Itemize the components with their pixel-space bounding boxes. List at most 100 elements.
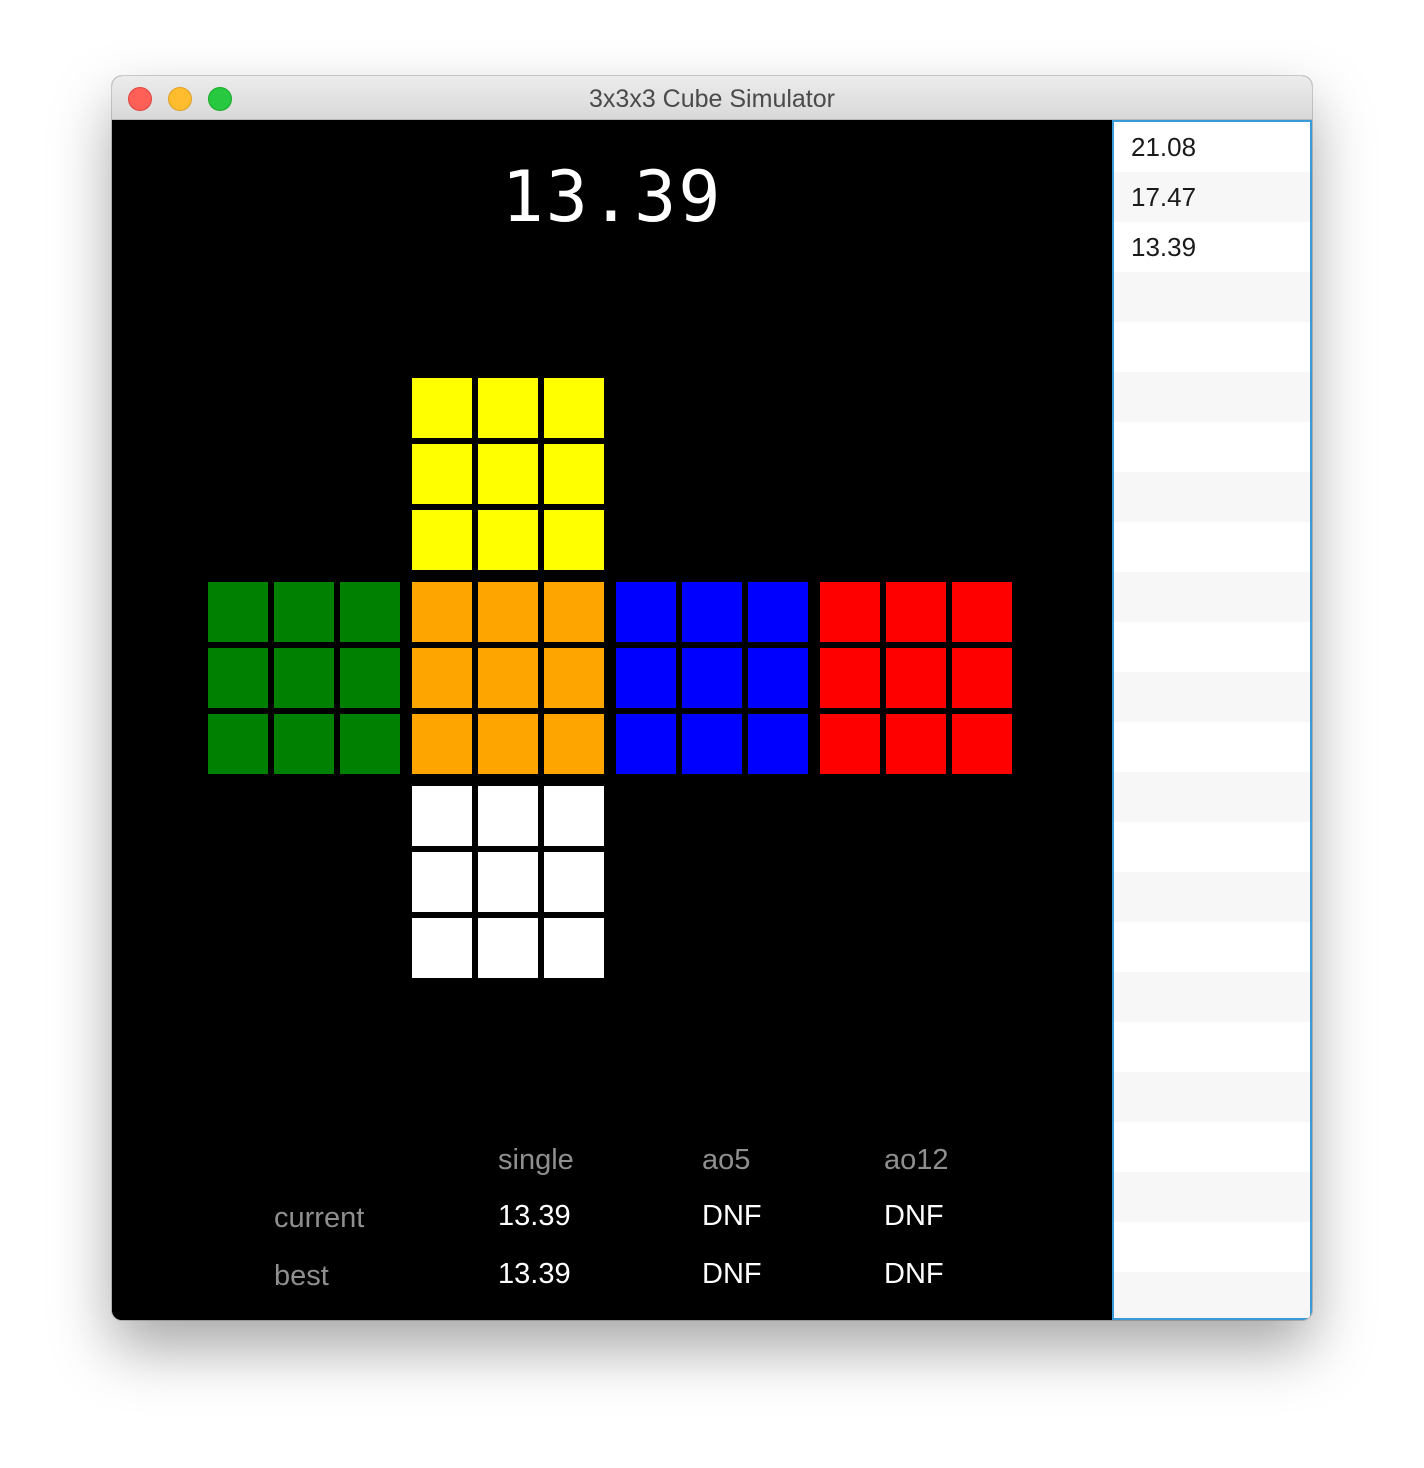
sticker-top-0-2 bbox=[544, 378, 604, 438]
sticker-left-1-0 bbox=[208, 648, 268, 708]
solve-time-item[interactable]: 21.08 bbox=[1114, 122, 1310, 172]
sticker-left-0-0 bbox=[208, 582, 268, 642]
sticker-left-2-2 bbox=[340, 714, 400, 774]
sticker-right-2-2 bbox=[748, 714, 808, 774]
solve-time-empty-row bbox=[1114, 1072, 1310, 1122]
sticker-left-0-1 bbox=[274, 582, 334, 642]
stats-header-single: single bbox=[498, 1144, 574, 1176]
title-bar: 3x3x3 Cube Simulator bbox=[112, 76, 1312, 120]
timer-display: 13.39 bbox=[501, 156, 723, 238]
solve-time-empty-row bbox=[1114, 622, 1310, 672]
sticker-front-0-2 bbox=[544, 582, 604, 642]
sticker-bottom-1-0 bbox=[412, 852, 472, 912]
stats-row-label-current: current bbox=[274, 1202, 365, 1234]
solve-time-empty-row bbox=[1114, 822, 1310, 872]
solve-time-empty-row bbox=[1114, 722, 1310, 772]
cube-face-bottom bbox=[412, 786, 604, 978]
sticker-right-0-2 bbox=[748, 582, 808, 642]
sticker-back-0-0 bbox=[820, 582, 880, 642]
sticker-back-2-0 bbox=[820, 714, 880, 774]
solve-time-item[interactable]: 13.39 bbox=[1114, 222, 1310, 272]
sticker-right-1-2 bbox=[748, 648, 808, 708]
sticker-top-0-1 bbox=[478, 378, 538, 438]
sticker-back-0-2 bbox=[952, 582, 1012, 642]
sticker-front-1-1 bbox=[478, 648, 538, 708]
cube-face-front bbox=[412, 582, 604, 774]
sticker-front-1-2 bbox=[544, 648, 604, 708]
sticker-bottom-0-0 bbox=[412, 786, 472, 846]
sticker-bottom-2-0 bbox=[412, 918, 472, 978]
sticker-bottom-1-1 bbox=[478, 852, 538, 912]
sticker-right-1-0 bbox=[616, 648, 676, 708]
cube-face-left bbox=[208, 582, 400, 774]
solve-time-empty-row bbox=[1114, 972, 1310, 1022]
sticker-bottom-2-1 bbox=[478, 918, 538, 978]
sticker-top-1-1 bbox=[478, 444, 538, 504]
sticker-bottom-0-1 bbox=[478, 786, 538, 846]
solve-time-empty-row bbox=[1114, 322, 1310, 372]
sticker-top-2-1 bbox=[478, 510, 538, 570]
stats-current-ao5: DNF bbox=[702, 1200, 762, 1232]
solve-time-empty-row bbox=[1114, 1222, 1310, 1272]
cube-face-back bbox=[820, 582, 1012, 774]
solve-time-empty-row bbox=[1114, 1272, 1310, 1318]
solve-time-empty-row bbox=[1114, 522, 1310, 572]
sticker-right-0-1 bbox=[682, 582, 742, 642]
solve-time-empty-row bbox=[1114, 372, 1310, 422]
stats-current-single: 13.39 bbox=[498, 1200, 571, 1232]
solve-time-empty-row bbox=[1114, 1022, 1310, 1072]
window-title: 3x3x3 Cube Simulator bbox=[589, 85, 835, 113]
sticker-back-1-1 bbox=[886, 648, 946, 708]
sticker-back-1-0 bbox=[820, 648, 880, 708]
sticker-left-0-2 bbox=[340, 582, 400, 642]
stats-best-single: 13.39 bbox=[498, 1258, 571, 1290]
sticker-front-2-1 bbox=[478, 714, 538, 774]
solve-time-empty-row bbox=[1114, 922, 1310, 972]
cube-face-right bbox=[616, 582, 808, 774]
solve-time-empty-row bbox=[1114, 572, 1310, 622]
solve-time-empty-row bbox=[1114, 672, 1310, 722]
sticker-right-0-0 bbox=[616, 582, 676, 642]
sticker-top-2-0 bbox=[412, 510, 472, 570]
sticker-back-0-1 bbox=[886, 582, 946, 642]
solve-time-empty-row bbox=[1114, 1172, 1310, 1222]
cube-canvas[interactable]: 13.39 single ao5 ao12 current 13.39 DNF … bbox=[112, 120, 1112, 1320]
sticker-back-1-2 bbox=[952, 648, 1012, 708]
sticker-left-2-0 bbox=[208, 714, 268, 774]
sticker-bottom-2-2 bbox=[544, 918, 604, 978]
sticker-front-0-1 bbox=[478, 582, 538, 642]
solve-time-empty-row bbox=[1114, 872, 1310, 922]
solve-time-empty-row bbox=[1114, 1122, 1310, 1172]
stats-header-ao5: ao5 bbox=[702, 1144, 751, 1176]
solve-times-list[interactable]: 21.08 17.47 13.39 bbox=[1112, 120, 1312, 1320]
app-window: 3x3x3 Cube Simulator 13.39 single ao5 ao… bbox=[112, 76, 1312, 1320]
solve-time-empty-row bbox=[1114, 422, 1310, 472]
sticker-left-1-1 bbox=[274, 648, 334, 708]
solve-time-empty-row bbox=[1114, 472, 1310, 522]
sticker-top-0-0 bbox=[412, 378, 472, 438]
sticker-top-1-0 bbox=[412, 444, 472, 504]
sticker-top-2-2 bbox=[544, 510, 604, 570]
stats-row-label-best: best bbox=[274, 1260, 329, 1292]
sticker-front-2-2 bbox=[544, 714, 604, 774]
cube-face-top bbox=[412, 378, 604, 570]
sticker-front-1-0 bbox=[412, 648, 472, 708]
solve-time-empty-row bbox=[1114, 272, 1310, 322]
sticker-front-0-0 bbox=[412, 582, 472, 642]
solve-time-empty-row bbox=[1114, 772, 1310, 822]
stats-header-ao12: ao12 bbox=[884, 1144, 949, 1176]
solve-time-item[interactable]: 17.47 bbox=[1114, 172, 1310, 222]
stats-best-ao12: DNF bbox=[884, 1258, 944, 1290]
sticker-left-1-2 bbox=[340, 648, 400, 708]
sticker-top-1-2 bbox=[544, 444, 604, 504]
sticker-right-2-1 bbox=[682, 714, 742, 774]
sticker-back-2-1 bbox=[886, 714, 946, 774]
sticker-left-2-1 bbox=[274, 714, 334, 774]
sticker-right-2-0 bbox=[616, 714, 676, 774]
sticker-back-2-2 bbox=[952, 714, 1012, 774]
sticker-right-1-1 bbox=[682, 648, 742, 708]
sticker-front-2-0 bbox=[412, 714, 472, 774]
sticker-bottom-1-2 bbox=[544, 852, 604, 912]
stats-best-ao5: DNF bbox=[702, 1258, 762, 1290]
sticker-bottom-0-2 bbox=[544, 786, 604, 846]
